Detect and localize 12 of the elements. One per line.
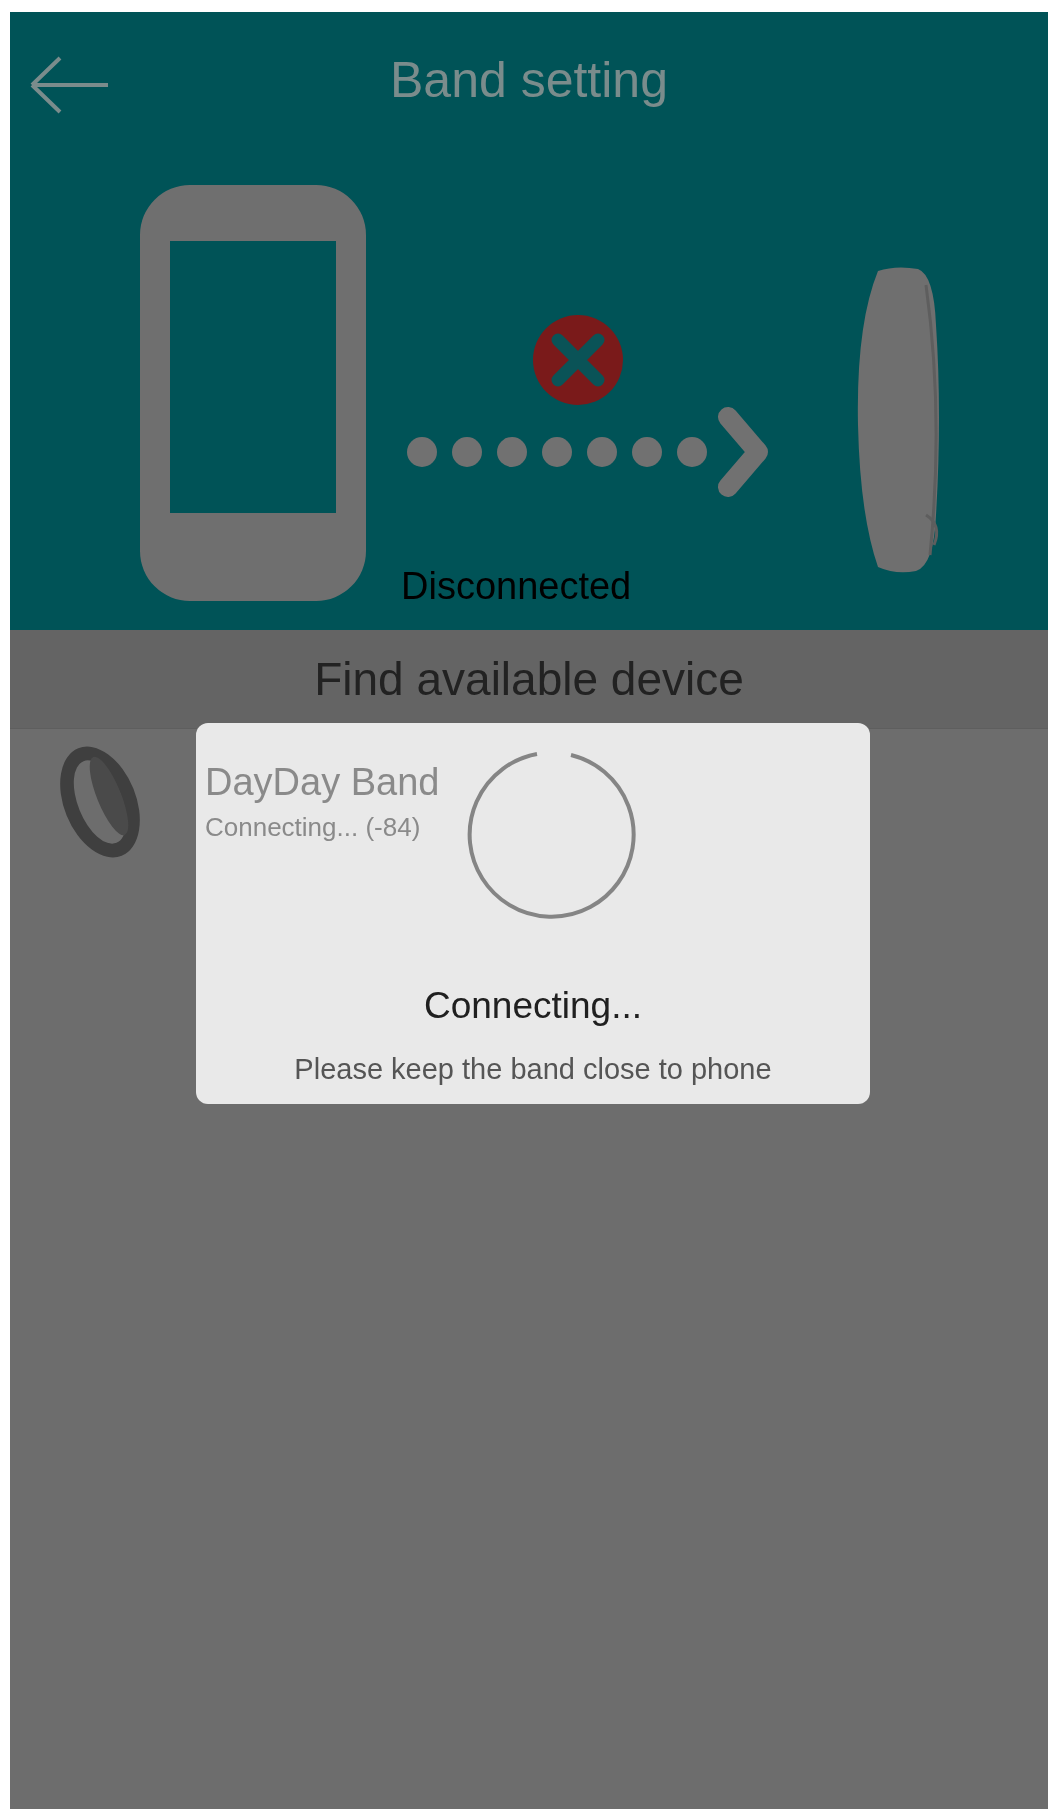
section-header: Find available device (10, 630, 1048, 729)
screen-title: Band setting (390, 50, 668, 109)
device-name: DayDay Band (205, 760, 440, 804)
device-list-item[interactable]: DayDay Band Connecting... (-84) (10, 729, 1048, 864)
dialog-message: Please keep the band close to phone (294, 1053, 772, 1086)
dotted-arrow-icon (407, 407, 768, 497)
phone-icon (140, 185, 366, 601)
connection-status: Disconnected (401, 565, 632, 608)
back-arrow-icon[interactable] (28, 54, 110, 116)
dialog-title: Connecting... (424, 985, 642, 1027)
loading-spinner-icon (467, 749, 639, 921)
device-status: Connecting... (-84) (205, 811, 422, 843)
